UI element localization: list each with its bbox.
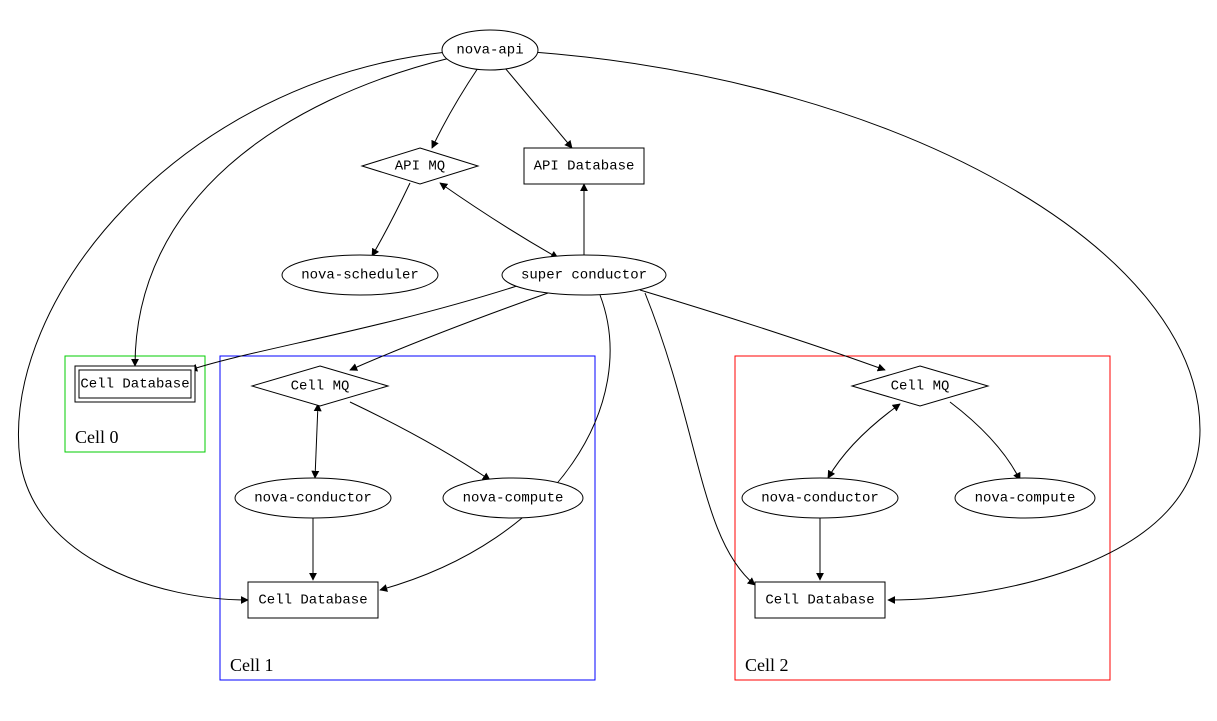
edge-super-conductor-to-cell2-mq	[640, 290, 885, 370]
node-cell2-db-label: Cell Database	[765, 593, 874, 609]
node-super-conductor-label: super conductor	[521, 268, 647, 284]
node-cell0-db: Cell Database	[75, 366, 195, 402]
node-cell1-compute: nova-compute	[443, 478, 583, 518]
edge-cell1-mq-to-compute	[350, 402, 490, 480]
edge-cell1-mq-conductor	[315, 404, 318, 478]
node-cell1-mq: Cell MQ	[252, 366, 388, 406]
node-api-db-label: API Database	[534, 159, 635, 175]
node-cell2-db: Cell Database	[755, 582, 885, 618]
node-cell2-compute: nova-compute	[955, 478, 1095, 518]
cluster-cell1: Cell 1	[220, 356, 595, 680]
cluster-cell0-label: Cell 0	[75, 427, 119, 447]
node-nova-scheduler-label: nova-scheduler	[301, 268, 419, 284]
node-cell1-db-label: Cell Database	[258, 593, 367, 609]
cluster-cell2-label: Cell 2	[745, 655, 789, 675]
edge-super-conductor-to-cell0-db	[190, 285, 520, 370]
edge-super-conductor-to-cell1-mq	[350, 293, 548, 370]
node-api-db: API Database	[524, 148, 644, 184]
node-cell1-db: Cell Database	[248, 582, 378, 618]
edge-api-mq-super-conductor	[440, 183, 558, 258]
node-nova-api: nova-api	[442, 30, 538, 70]
edge-super-conductor-to-cell2-db	[645, 293, 755, 585]
edge-cell2-mq-conductor	[828, 404, 900, 478]
edge-cell2-mq-to-compute	[950, 402, 1020, 480]
node-cell0-db-label: Cell Database	[80, 377, 189, 393]
edge-api-mq-to-scheduler	[372, 183, 410, 256]
node-cell2-compute-label: nova-compute	[975, 491, 1076, 507]
node-super-conductor: super conductor	[502, 255, 666, 295]
edge-nova-api-to-cell1-db	[18, 52, 447, 600]
cluster-cell1-label: Cell 1	[230, 655, 274, 675]
edge-nova-api-to-api-db	[505, 68, 572, 148]
edge-super-conductor-to-cell1-db	[380, 295, 610, 590]
node-nova-api-label: nova-api	[456, 43, 523, 59]
edge-nova-api-to-cell0-db	[135, 58, 450, 366]
node-cell2-conductor-label: nova-conductor	[761, 491, 879, 507]
node-cell1-conductor-label: nova-conductor	[254, 491, 372, 507]
node-cell1-conductor: nova-conductor	[235, 478, 391, 518]
node-cell2-mq-label: Cell MQ	[891, 379, 950, 395]
node-cell2-conductor: nova-conductor	[742, 478, 898, 518]
node-cell2-mq: Cell MQ	[852, 366, 988, 406]
node-api-mq: API MQ	[362, 148, 478, 184]
node-nova-scheduler: nova-scheduler	[282, 255, 438, 295]
node-cell1-compute-label: nova-compute	[463, 491, 564, 507]
edge-nova-api-to-cell2-db	[533, 52, 1200, 600]
edge-nova-api-to-api-mq	[432, 68, 478, 148]
node-api-mq-label: API MQ	[395, 159, 445, 175]
node-cell1-mq-label: Cell MQ	[291, 379, 350, 395]
